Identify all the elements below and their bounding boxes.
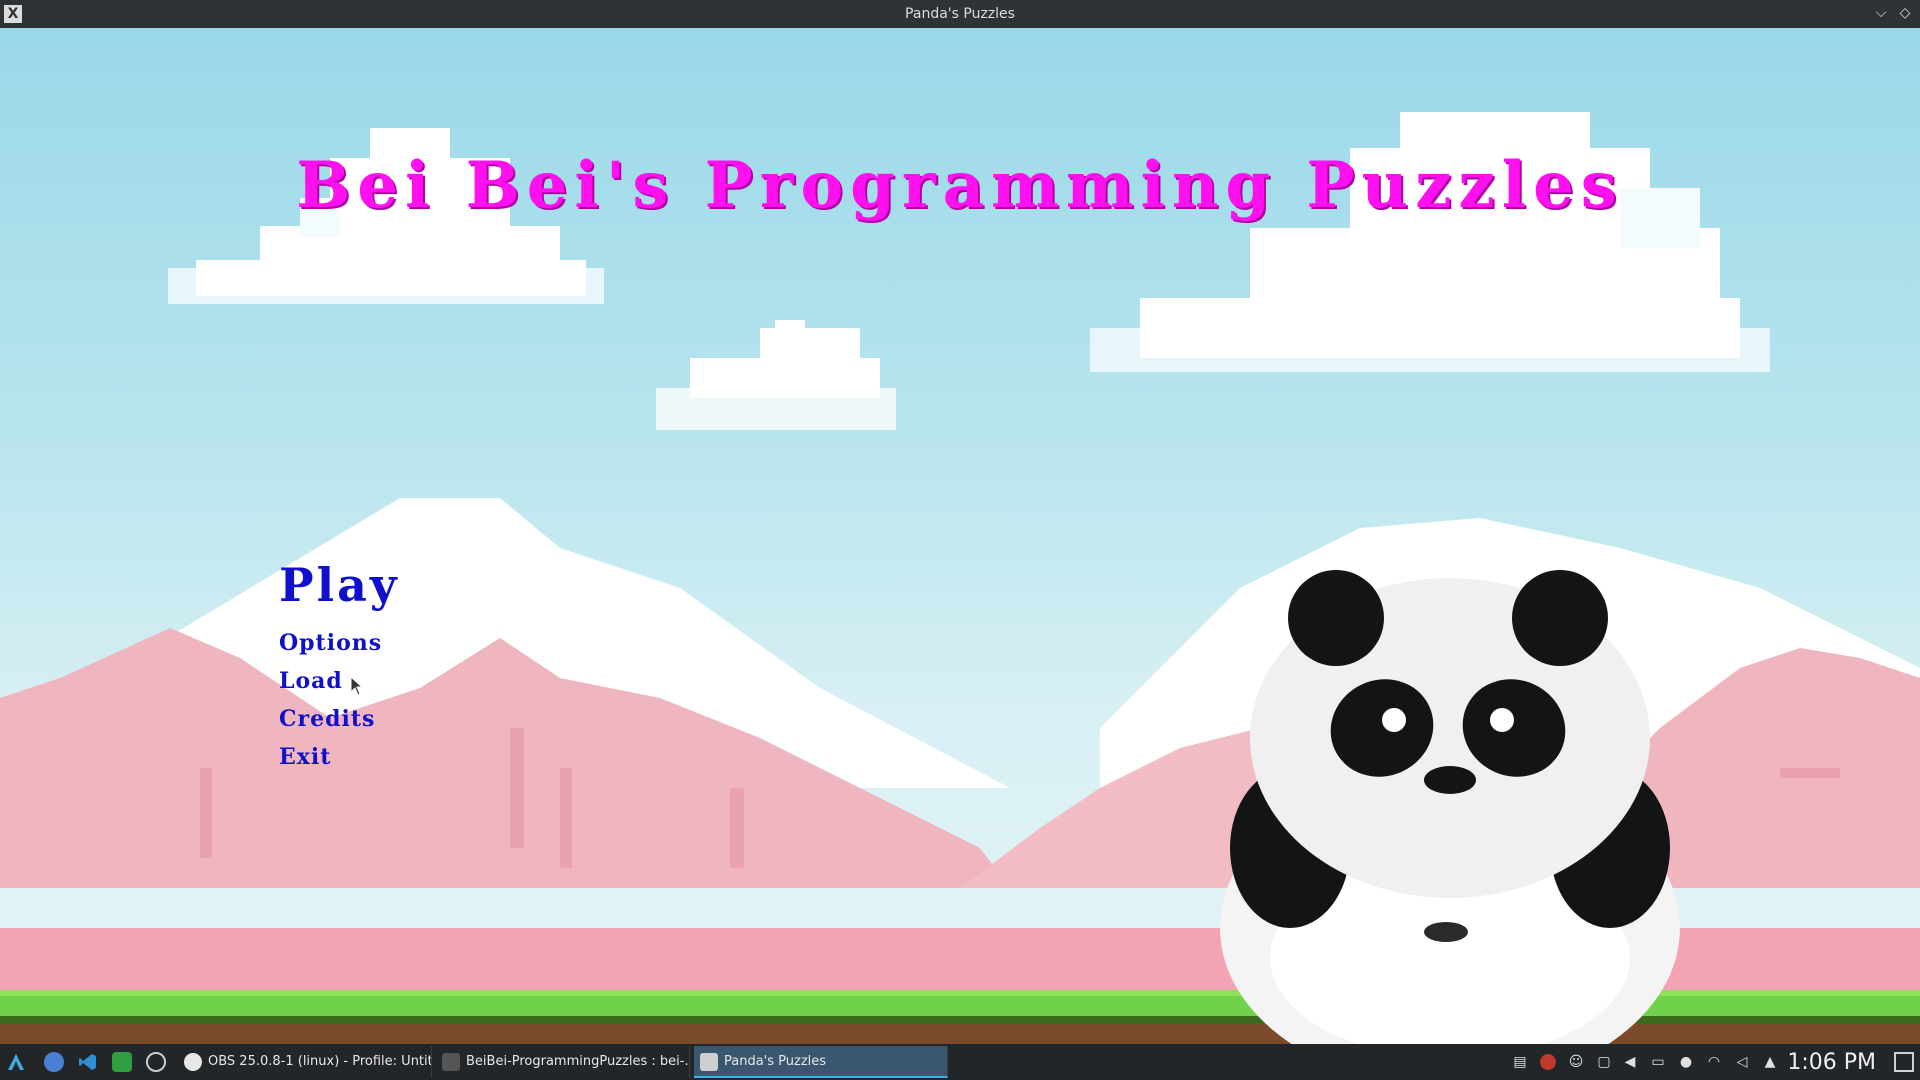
obs-icon xyxy=(184,1053,202,1071)
task-pandas-puzzles[interactable]: Panda's Puzzles xyxy=(694,1046,948,1078)
terminal-icon[interactable] xyxy=(112,1052,132,1072)
task-label: Panda's Puzzles xyxy=(724,1054,827,1069)
task-label: BeiBei-ProgrammingPuzzles : bei-... xyxy=(466,1054,690,1069)
options-button[interactable]: Options xyxy=(279,630,400,656)
app-launcher-icon[interactable] xyxy=(6,1052,26,1072)
clock[interactable]: 1:06 PM xyxy=(1787,1050,1876,1075)
load-button[interactable]: Load xyxy=(279,668,400,694)
main-menu: Play Options Load Credits Exit xyxy=(279,558,400,782)
microphone-icon[interactable]: ● xyxy=(1678,1054,1694,1070)
taskbar: OBS 25.0.8-1 (linux) - Profile: Untitl..… xyxy=(0,1044,1920,1080)
keep-above-icon[interactable]: ◇ xyxy=(1896,4,1914,22)
credits-button[interactable]: Credits xyxy=(279,706,400,732)
battery-icon[interactable]: ▭ xyxy=(1650,1054,1666,1070)
game-canvas[interactable]: Bei Bei's Programming Puzzles Play Optio… xyxy=(0,28,1920,1044)
obs-tray-icon[interactable] xyxy=(1540,1054,1556,1070)
chromium-icon[interactable] xyxy=(44,1052,64,1072)
vscode-icon[interactable] xyxy=(78,1052,98,1072)
exit-button[interactable]: Exit xyxy=(279,744,400,770)
play-button[interactable]: Play xyxy=(279,558,400,612)
clipboard-icon[interactable]: ▢ xyxy=(1596,1054,1612,1070)
minus-circle-icon[interactable] xyxy=(146,1052,166,1072)
window-titlebar: X Panda's Puzzles ⌵ ◇ xyxy=(0,0,1920,28)
x-app-icon xyxy=(700,1053,718,1071)
terminal-icon xyxy=(442,1053,460,1071)
task-obs[interactable]: OBS 25.0.8-1 (linux) - Profile: Untitl..… xyxy=(178,1046,432,1078)
mouse-cursor-icon xyxy=(350,676,364,696)
cloud-small xyxy=(656,320,896,430)
show-desktop-button[interactable] xyxy=(1894,1052,1914,1072)
user-tray-icon[interactable]: ☺ xyxy=(1568,1054,1584,1070)
speaker-icon[interactable]: ◁ xyxy=(1734,1054,1750,1070)
task-label: OBS 25.0.8-1 (linux) - Profile: Untitl..… xyxy=(208,1054,432,1069)
chevron-down-icon[interactable]: ⌵ xyxy=(1872,4,1890,22)
wifi-icon[interactable]: ◠ xyxy=(1706,1054,1722,1070)
volume-icon[interactable]: ◀ xyxy=(1622,1054,1638,1070)
chevron-up-icon[interactable]: ▲ xyxy=(1762,1054,1778,1070)
clipboard-tray-icon[interactable]: ▤ xyxy=(1512,1054,1528,1070)
game-title: Bei Bei's Programming Puzzles xyxy=(296,148,1624,223)
window-title: Panda's Puzzles xyxy=(905,6,1015,22)
task-terminal[interactable]: BeiBei-ProgrammingPuzzles : bei-... xyxy=(436,1046,690,1078)
